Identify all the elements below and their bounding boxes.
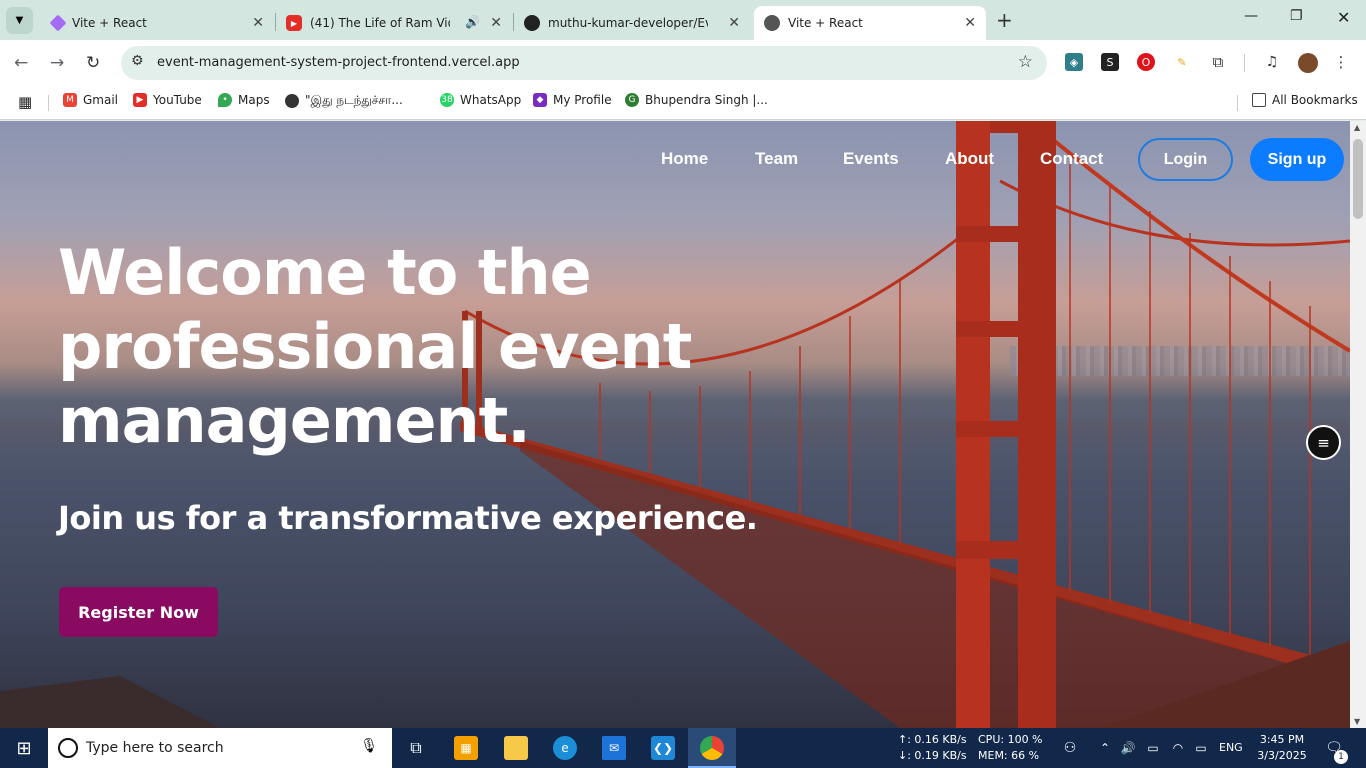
vite-icon [49, 14, 67, 32]
clock[interactable]: 3:45 PM 3/3/2025 [1257, 732, 1307, 764]
globe-icon [285, 94, 299, 108]
forward-button[interactable]: → [50, 53, 64, 73]
close-icon[interactable]: ✕ [964, 15, 976, 31]
bookmark-my-profile[interactable]: ◆ My Profile [533, 93, 612, 107]
wifi-icon[interactable]: ◠ [1166, 736, 1190, 760]
menu-kebab-icon[interactable]: ⋮ [1332, 53, 1350, 71]
hero-subtitle: Join us for a transformative experience. [58, 499, 758, 537]
tab-title: muthu-kumar-developer/Event [548, 16, 708, 30]
folder-icon [1252, 93, 1266, 107]
language-indicator[interactable]: ENG [1219, 740, 1243, 756]
youtube-icon: ▶ [133, 93, 147, 107]
extension-icon[interactable]: S [1101, 53, 1119, 71]
tab-strip: ▼ Vite + React ✕ ▶ (41) The Life of Ram … [0, 0, 1366, 40]
microsoft-store-icon[interactable]: ▦ [454, 736, 478, 760]
chrome-icon [700, 736, 724, 760]
speaker-icon[interactable]: 🔊 [465, 15, 480, 29]
tab-4-active[interactable]: Vite + React ✕ [754, 6, 986, 40]
tab-1[interactable]: Vite + React ✕ [38, 6, 274, 40]
tab-search-button[interactable]: ▼ [6, 7, 33, 34]
microphone-icon[interactable]: 🎙 [360, 738, 378, 754]
tab-3[interactable]: muthu-kumar-developer/Event ✕ [514, 6, 750, 40]
gmail-icon: M [63, 93, 77, 107]
new-tab-button[interactable]: + [996, 8, 1013, 32]
close-icon[interactable]: ✕ [252, 15, 264, 31]
profile-icon: ◆ [533, 93, 547, 107]
scrollbar-thumb[interactable] [1353, 139, 1363, 219]
bookmark-tamil[interactable]: "இது நடந்துச்சா... [285, 93, 403, 109]
extensions-puzzle-icon[interactable]: ⧉ [1209, 53, 1227, 71]
profile-avatar[interactable] [1298, 53, 1318, 73]
bookmark-maps[interactable]: • Maps [218, 93, 270, 107]
nav-team[interactable]: Team [755, 149, 798, 169]
signup-button[interactable]: Sign up [1250, 138, 1344, 181]
tab-title: Vite + React [788, 16, 863, 30]
file-explorer-icon[interactable] [504, 736, 528, 760]
site-settings-icon[interactable]: ⚙ [131, 53, 144, 69]
scroll-up-arrow[interactable]: ▲ [1354, 123, 1360, 132]
browser-toolbar: ← → ↻ ⚙ event-management-system-project-… [0, 40, 1366, 86]
network-speed: ↑: 0.16 KB/s ↓: 0.19 KB/s [898, 733, 967, 762]
taskbar-search[interactable]: Type here to search 🎙 [48, 728, 392, 768]
power-icon[interactable]: ▭ [1189, 736, 1213, 760]
volume-icon[interactable]: 🔊 [1116, 736, 1140, 760]
apps-grid-icon[interactable]: ▦ [18, 93, 32, 111]
nav-about[interactable]: About [945, 149, 994, 169]
notification-count: 1 [1334, 750, 1348, 764]
hero-title: Welcome to the professional event manage… [58, 236, 692, 457]
whatsapp-icon: 38 [440, 93, 454, 107]
restore-button[interactable]: ❐ [1290, 8, 1303, 24]
windows-start-icon[interactable]: ⊞ [12, 736, 36, 760]
system-usage: CPU: 100 % MEM: 66 % [978, 733, 1043, 762]
back-button[interactable]: ← [14, 53, 28, 73]
url-text[interactable]: event-management-system-project-frontend… [157, 55, 520, 70]
windows-taskbar: ⊞ Type here to search 🎙 ⧉ ▦ e ✉ ❮❯ ↑: 0.… [0, 728, 1366, 768]
tab-title: Vite + React [72, 16, 147, 30]
nav-contact[interactable]: Contact [1040, 149, 1103, 169]
youtube-icon: ▶ [286, 15, 302, 31]
search-placeholder: Type here to search [86, 740, 224, 756]
search-icon [58, 738, 78, 758]
tab-2[interactable]: ▶ (41) The Life of Ram Video S 🔊 ✕ [276, 6, 512, 40]
vscode-icon[interactable]: ❮❯ [651, 736, 675, 760]
color-picker-icon[interactable]: ✎ [1173, 53, 1191, 71]
menu-icon[interactable]: ≡ [1306, 425, 1341, 460]
close-icon[interactable]: ✕ [728, 15, 740, 31]
globe-icon [764, 15, 780, 31]
extension-icon[interactable]: ◈ [1065, 53, 1083, 71]
opera-icon[interactable]: O [1137, 53, 1155, 71]
bookmark-whatsapp[interactable]: 38 WhatsApp [440, 93, 521, 107]
close-icon[interactable]: ✕ [490, 15, 502, 31]
website-hero: Home Team Events About Contact Login Sig… [0, 121, 1350, 728]
nav-home[interactable]: Home [661, 149, 708, 169]
mail-icon[interactable]: ✉ [602, 736, 626, 760]
nav-events[interactable]: Events [843, 149, 899, 169]
minimize-button[interactable]: — [1244, 8, 1258, 24]
page-scrollbar[interactable]: ▲ ▼ [1350, 121, 1366, 728]
login-button[interactable]: Login [1138, 138, 1233, 181]
battery-alert-icon[interactable]: ▭ [1141, 736, 1165, 760]
register-now-button[interactable]: Register Now [59, 587, 218, 637]
task-view-icon[interactable]: ⧉ [404, 736, 428, 760]
people-icon[interactable]: ⚇ [1058, 736, 1082, 760]
reload-button[interactable]: ↻ [86, 53, 100, 73]
bookmark-bhupendra[interactable]: G Bhupendra Singh |... [625, 93, 768, 107]
bookmark-gmail[interactable]: M Gmail [63, 93, 118, 107]
scroll-down-arrow[interactable]: ▼ [1354, 717, 1360, 726]
tab-title: (41) The Life of Ram Video S [310, 16, 450, 30]
github-icon [524, 15, 540, 31]
bookmarks-bar: ▦ M Gmail ▶ YouTube • Maps "இது நடந்துச்சா.… [0, 86, 1366, 120]
all-bookmarks[interactable]: All Bookmarks [1252, 93, 1358, 107]
chevron-up-icon[interactable]: ⌃ [1093, 736, 1117, 760]
media-control-icon[interactable]: ♫ [1263, 53, 1281, 71]
site-icon: G [625, 93, 639, 107]
maps-pin-icon: • [218, 93, 232, 107]
bookmark-youtube[interactable]: ▶ YouTube [133, 93, 202, 107]
address-bar[interactable]: ⚙ event-management-system-project-fronte… [121, 46, 1047, 80]
edge-icon[interactable]: e [553, 736, 577, 760]
bookmark-star-icon[interactable]: ☆ [1018, 52, 1033, 72]
close-window-button[interactable]: ✕ [1337, 8, 1350, 27]
chrome-taskbar-item[interactable] [688, 728, 736, 768]
